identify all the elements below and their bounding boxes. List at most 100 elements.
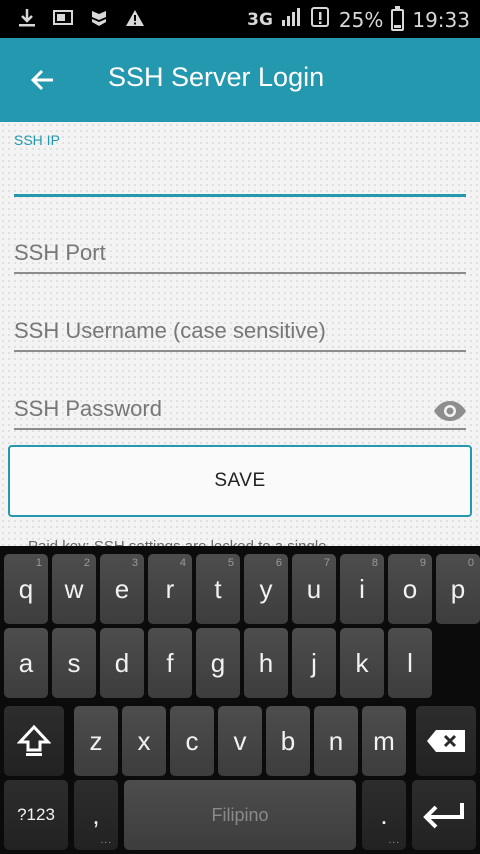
ssh-password-input[interactable] <box>14 392 414 426</box>
key-h[interactable]: h <box>244 628 288 698</box>
ssh-password-field <box>14 388 466 432</box>
key-k[interactable]: k <box>340 628 384 698</box>
more-options-indicator: ... <box>388 835 400 846</box>
network-type: 3G <box>247 9 273 30</box>
key-j[interactable]: j <box>292 628 336 698</box>
period-key[interactable]: . ... <box>362 780 406 850</box>
ssh-username-underline <box>14 350 466 352</box>
ssh-username-field <box>14 310 466 354</box>
key-q[interactable]: q1 <box>4 554 48 624</box>
eye-icon <box>434 401 466 421</box>
clock: 19:33 <box>412 7 470 32</box>
key-f[interactable]: f <box>148 628 192 698</box>
ssh-ip-label: SSH IP <box>14 132 60 148</box>
key-d[interactable]: d <box>100 628 144 698</box>
key-r[interactable]: r4 <box>148 554 192 624</box>
key-number-hint: 1 <box>35 557 42 569</box>
login-form: SSH IP SAVE Paid key: SSH settings are l… <box>0 122 480 546</box>
ssh-port-field <box>14 232 466 276</box>
key-e[interactable]: e3 <box>100 554 144 624</box>
key-number-hint: 8 <box>371 557 378 569</box>
ssh-ip-underline <box>14 194 466 197</box>
comma-key[interactable]: , ... <box>74 780 118 850</box>
sim-alert-icon <box>310 6 331 33</box>
key-label: u <box>306 573 322 604</box>
key-p[interactable]: p0 <box>436 554 480 624</box>
key-g[interactable]: g <box>196 628 240 698</box>
key-label: e <box>114 573 130 604</box>
key-i[interactable]: i8 <box>340 554 384 624</box>
key-label: y <box>259 573 273 604</box>
key-w[interactable]: w2 <box>52 554 96 624</box>
key-s[interactable]: s <box>52 628 96 698</box>
key-x[interactable]: x <box>122 706 166 776</box>
key-m[interactable]: m <box>362 706 406 776</box>
ssh-ip-field: SSH IP <box>14 130 466 200</box>
status-bar: 3G 25% 19:33 <box>0 0 480 38</box>
show-password-button[interactable] <box>432 396 468 426</box>
key-label: z <box>89 725 103 756</box>
enter-icon <box>423 803 464 829</box>
key-label: i <box>359 573 365 604</box>
notification-icons <box>16 7 146 29</box>
key-label: a <box>18 647 34 678</box>
key-number-hint: 4 <box>179 557 186 569</box>
ssh-port-underline <box>14 272 466 274</box>
more-options-indicator: ... <box>100 835 112 846</box>
enter-key[interactable] <box>412 780 476 850</box>
key-label: n <box>328 725 344 756</box>
space-key[interactable]: Filipino <box>124 780 356 850</box>
key-number-hint: 5 <box>227 557 234 569</box>
key-label: m <box>373 725 395 756</box>
key-label: x <box>137 725 151 756</box>
screen-icon <box>52 7 74 29</box>
battery-icon <box>391 5 405 31</box>
key-label: s <box>67 647 81 678</box>
key-label: q <box>18 573 34 604</box>
key-number-hint: 3 <box>131 557 138 569</box>
download-icon <box>16 7 38 29</box>
ssh-port-input[interactable] <box>14 236 466 270</box>
key-label: r <box>165 573 175 604</box>
key-z[interactable]: z <box>74 706 118 776</box>
key-number-hint: 7 <box>323 557 330 569</box>
ssh-password-underline <box>14 428 466 430</box>
shift-key[interactable] <box>4 706 64 776</box>
ssh-username-input[interactable] <box>14 314 466 348</box>
key-c[interactable]: c <box>170 706 214 776</box>
save-button[interactable]: SAVE <box>8 445 472 517</box>
key-u[interactable]: u7 <box>292 554 336 624</box>
shield-icon <box>88 7 110 29</box>
key-label: w <box>64 573 84 604</box>
key-label: d <box>114 647 130 678</box>
ssh-ip-input[interactable] <box>14 160 466 194</box>
key-label: l <box>407 647 413 678</box>
key-l[interactable]: l <box>388 628 432 698</box>
key-label: k <box>355 647 369 678</box>
key-y[interactable]: y6 <box>244 554 288 624</box>
key-b[interactable]: b <box>266 706 310 776</box>
key-label: v <box>233 725 247 756</box>
key-number-hint: 0 <box>467 557 474 569</box>
key-label: t <box>214 573 222 604</box>
shift-icon <box>17 724 51 756</box>
period-label: . <box>380 799 388 830</box>
app-bar: SSH Server Login <box>0 38 480 122</box>
back-button[interactable] <box>22 60 62 100</box>
system-indicators: 3G 25% 19:33 <box>247 5 470 33</box>
key-t[interactable]: t5 <box>196 554 240 624</box>
page-title: SSH Server Login <box>108 62 325 92</box>
key-number-hint: 2 <box>83 557 90 569</box>
key-v[interactable]: v <box>218 706 262 776</box>
backspace-key[interactable] <box>416 706 476 776</box>
key-label: b <box>280 725 296 756</box>
key-n[interactable]: n <box>314 706 358 776</box>
key-label: f <box>166 647 174 678</box>
key-o[interactable]: o9 <box>388 554 432 624</box>
warning-icon <box>124 7 146 29</box>
backspace-icon <box>427 730 465 752</box>
battery-percent: 25% <box>338 7 384 32</box>
key-number-hint: 6 <box>275 557 282 569</box>
key-a[interactable]: a <box>4 628 48 698</box>
symbols-key[interactable]: ?123 <box>4 780 68 850</box>
